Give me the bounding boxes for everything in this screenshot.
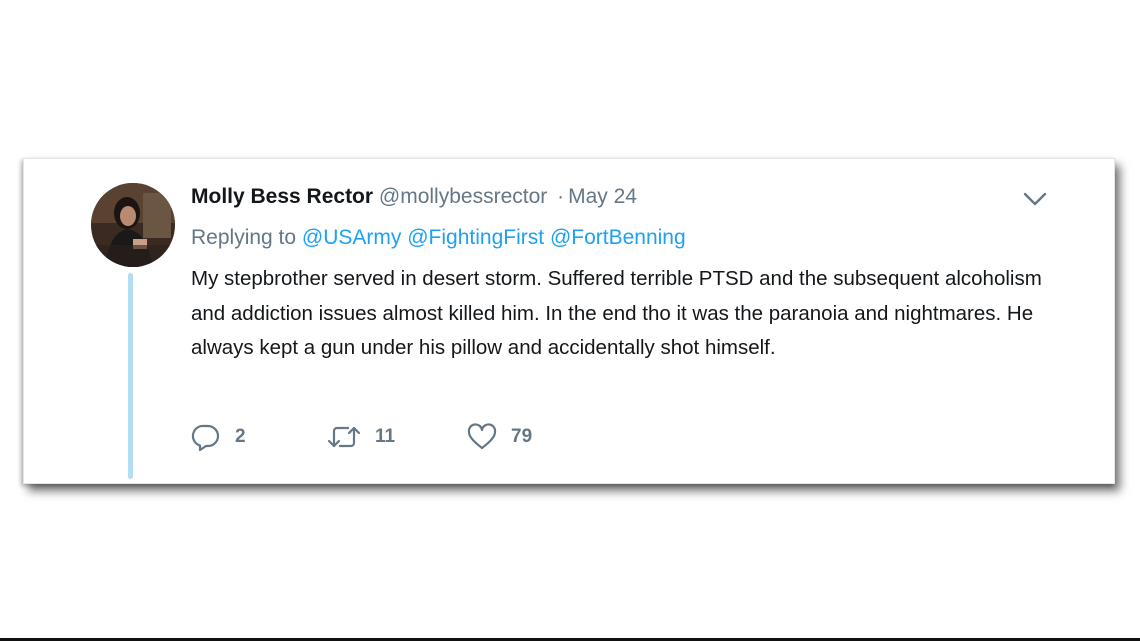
mention-usarmy[interactable]: @USArmy bbox=[302, 226, 401, 249]
reply-count: 2 bbox=[235, 426, 246, 447]
like-count: 79 bbox=[511, 426, 533, 447]
retweet-button[interactable]: 11 bbox=[327, 421, 395, 453]
tweet-body-text: My stepbrother served in desert storm. S… bbox=[191, 267, 1042, 359]
like-button[interactable]: 79 bbox=[467, 421, 532, 453]
mention-fortbenning[interactable]: @FortBenning bbox=[550, 226, 686, 249]
thread-connector-line bbox=[128, 273, 133, 479]
retweet-count: 11 bbox=[375, 426, 396, 447]
tweet-card[interactable]: Molly Bess Rector @mollybessrector · May … bbox=[23, 158, 1115, 484]
retweet-arrows-icon bbox=[327, 426, 361, 448]
heart-icon bbox=[467, 423, 497, 450]
replying-to-label: Replying to bbox=[191, 226, 297, 249]
reply-button[interactable]: 2 bbox=[191, 421, 246, 453]
mention-fightingfirst[interactable]: @FightingFirst bbox=[407, 226, 544, 249]
author-name[interactable]: Molly Bess Rector bbox=[191, 185, 373, 208]
avatar[interactable] bbox=[91, 183, 175, 267]
tweet-header: Molly Bess Rector @mollybessrector · May … bbox=[191, 183, 637, 211]
author-handle[interactable]: @mollybessrector bbox=[379, 185, 547, 208]
avatar-photo-icon bbox=[91, 183, 175, 267]
tweet-timestamp[interactable]: May 24 bbox=[568, 185, 637, 208]
reply-bubble-icon bbox=[191, 424, 220, 452]
screenshot-stage: Molly Bess Rector @mollybessrector · May … bbox=[0, 0, 1140, 641]
chevron-down-icon bbox=[1023, 192, 1047, 206]
separator-dot: · bbox=[557, 185, 565, 208]
replying-to-line: Replying to @USArmy @FightingFirst @Fort… bbox=[191, 224, 686, 252]
more-options-button[interactable] bbox=[1022, 189, 1048, 209]
